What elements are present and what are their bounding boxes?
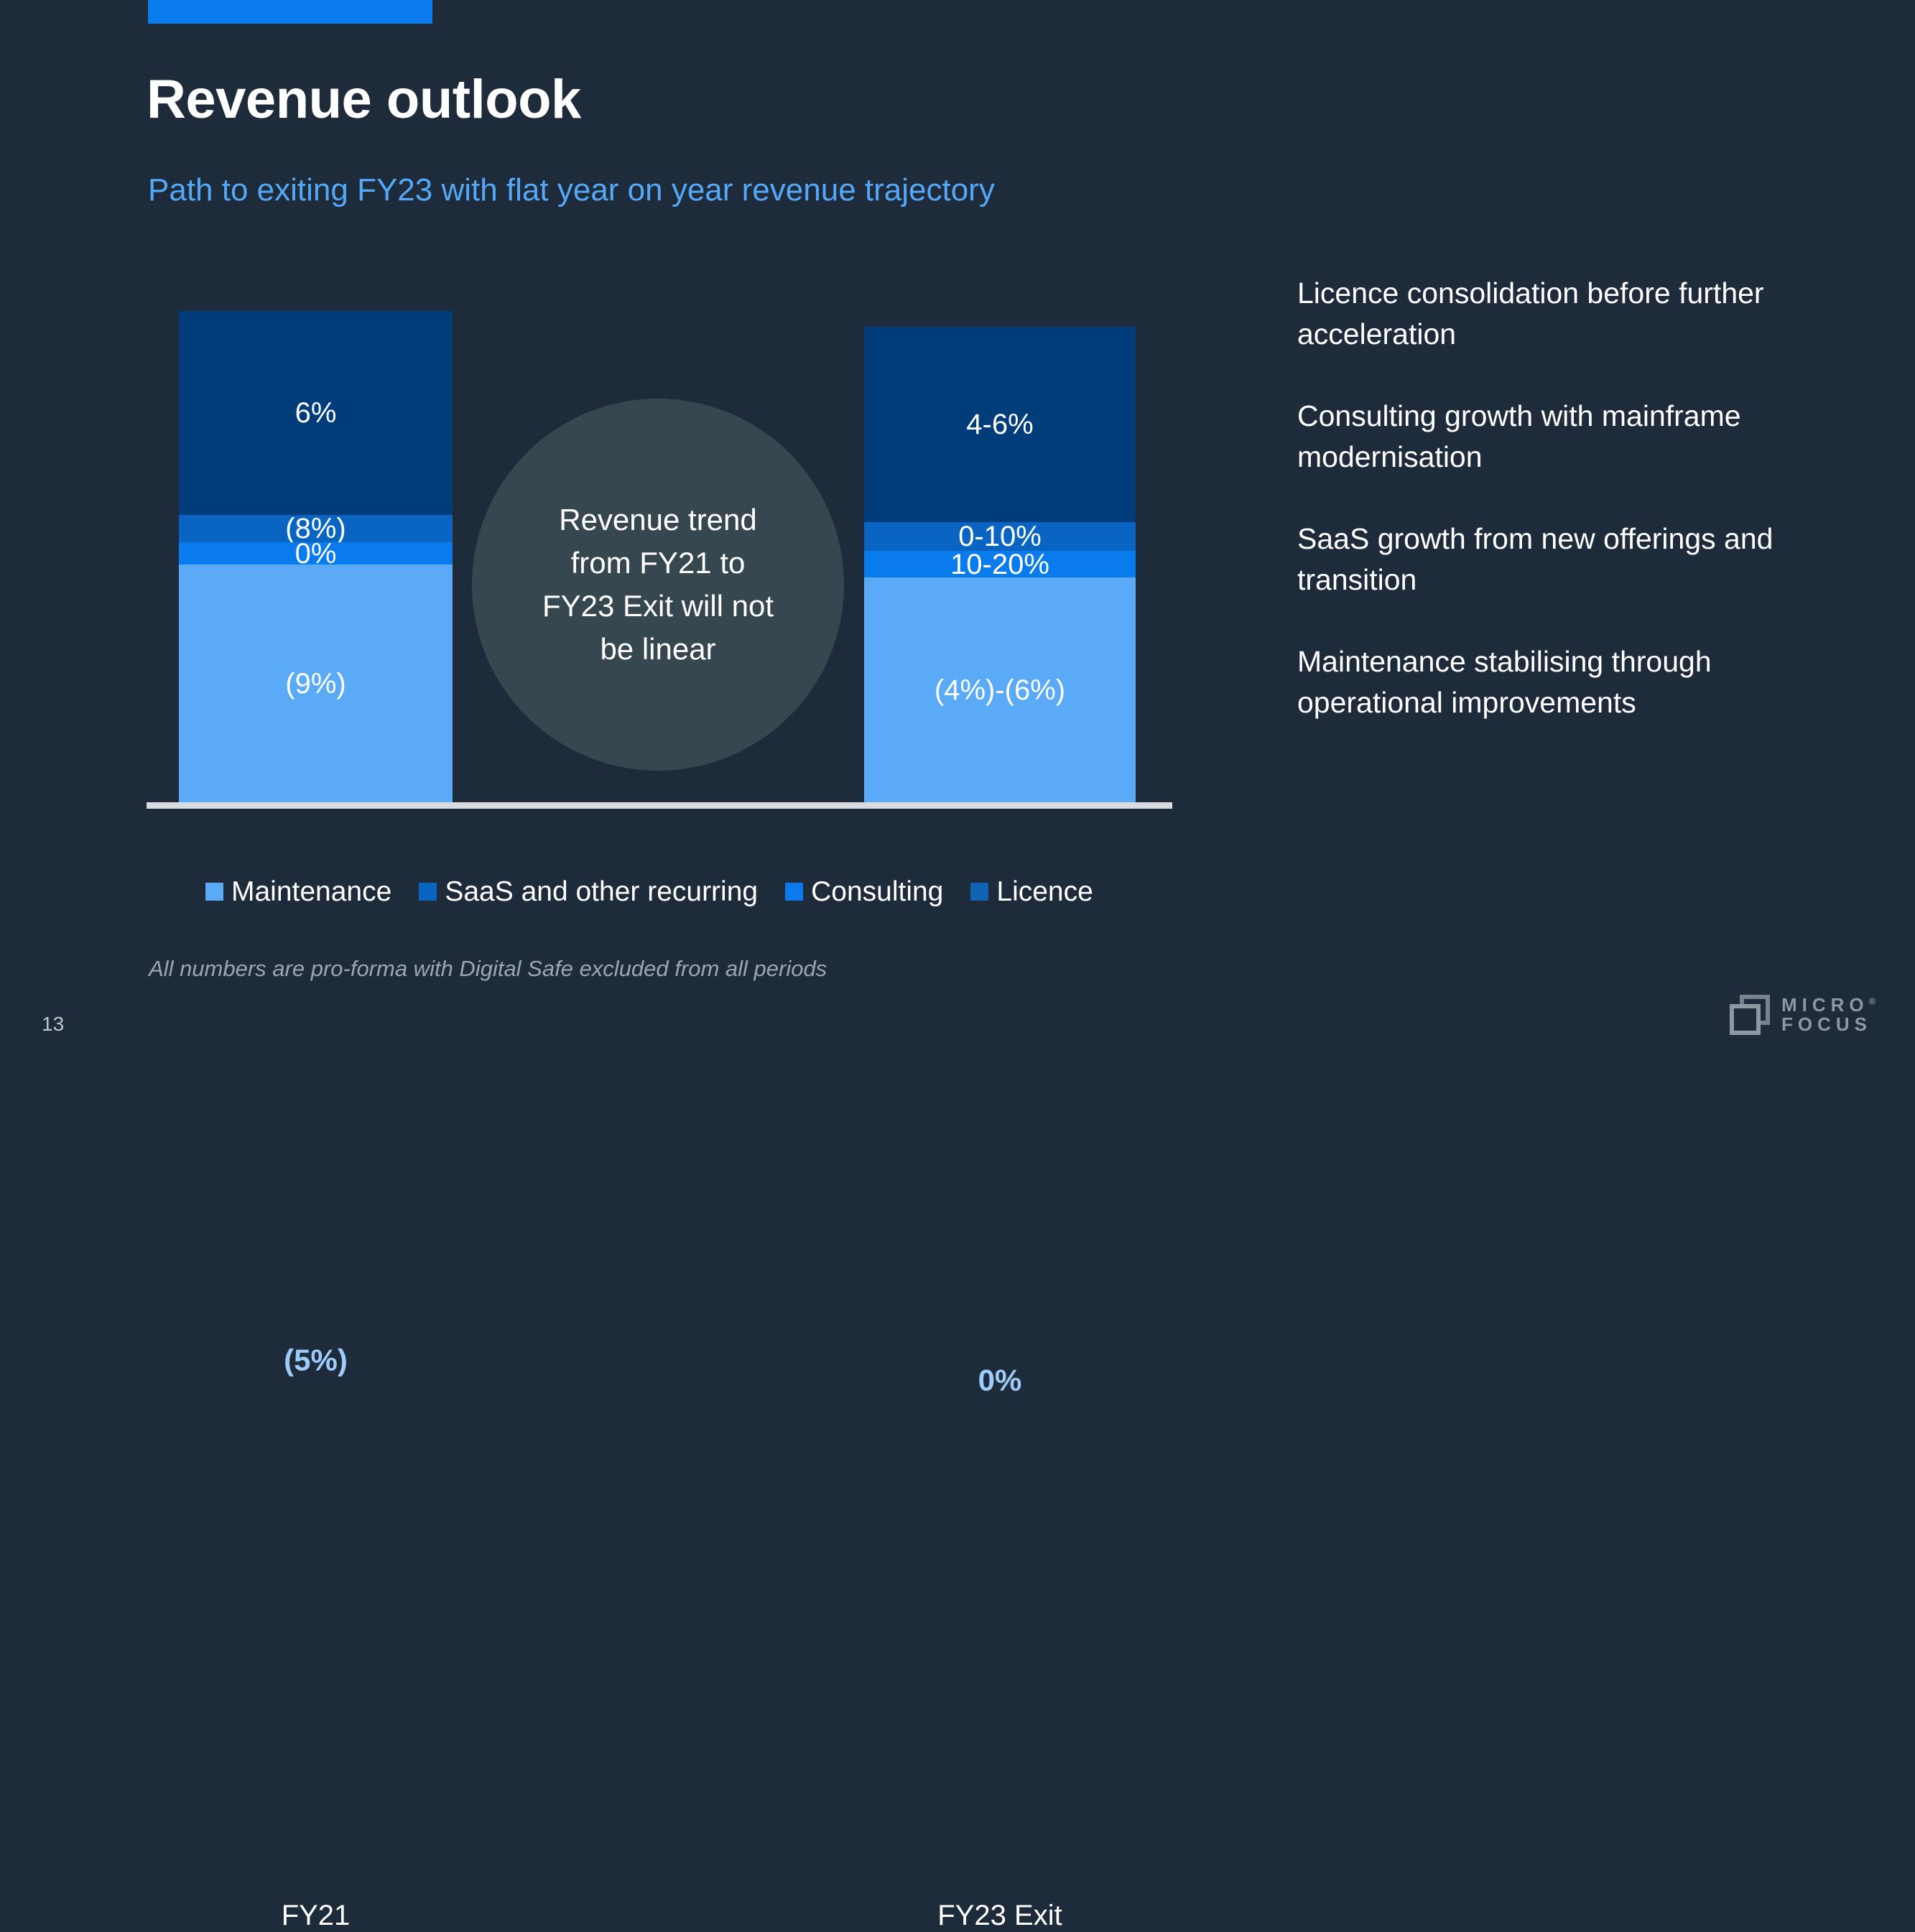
bar-segment-consulting-fy23-exit[interactable]: 0-10% [864,522,1136,551]
bar-segment-saas-fy21[interactable]: 0% [179,537,453,570]
bar-fy21[interactable]: 6% (8%) 0% (9%) [179,311,453,802]
legend-item-consulting[interactable]: Consulting [785,878,943,906]
circle-callout-text: Revenue trend from FY21 to FY23 Exit wil… [542,502,774,667]
micro-focus-logo: MICRO® FOCUS [1730,995,1875,1035]
commentary-item-licence: Licence consolidation before further acc… [1297,277,1764,350]
micro-focus-wordmark: MICRO® FOCUS [1781,995,1875,1034]
x-axis-label-fy21: FY21 [281,1900,351,1931]
stacked-bar-chart: (5%) 6% (8%) 0% (9%) FY21 0% 4-6% 0-10% [0,0,1221,1931]
legend-item-saas-and-other-recurring[interactable]: SaaS and other recurring [419,878,758,906]
bar-segment-label: 0% [295,537,337,570]
bar-segment-label: 6% [295,397,337,429]
legend-swatch-icon [785,883,804,901]
bar-segment-licence-fy21[interactable]: 6% [179,311,453,515]
legend-swatch-icon [419,883,437,901]
legend-label: Consulting [811,876,944,907]
legend-item-licence[interactable]: Licence [970,878,1093,906]
commentary-list: Licence consolidation before further acc… [1297,273,1814,765]
legend-swatch-icon [970,883,989,901]
chart-x-axis-line [147,802,1172,809]
registered-trademark-icon: ® [1868,995,1876,1007]
bar-segment-label: 0-10% [958,521,1042,552]
legend-label: SaaS and other recurring [445,876,759,907]
x-axis-label-fy23-exit: FY23 Exit [937,1900,1062,1931]
chart-legend: Maintenance SaaS and other recurring Con… [205,878,1121,906]
legend-label: Maintenance [231,876,392,907]
commentary-item-saas: SaaS growth from new offerings and trans… [1297,522,1773,596]
bar-total-label-fy21: (5%) [284,1343,348,1377]
legend-label: Licence [996,876,1093,907]
bar-segment-label: 10-20% [950,548,1049,580]
bar-segment-licence-fy23-exit[interactable]: 4-6% [864,327,1136,522]
bar-segment-label: (4%)-(6%) [934,674,1066,706]
legend-item-maintenance[interactable]: Maintenance [205,878,391,906]
logo-line-focus: FOCUS [1781,1013,1872,1035]
micro-focus-squares-icon [1730,995,1770,1035]
footnote: All numbers are pro-forma with Digital S… [149,956,827,981]
bar-segment-saas-fy23-exit[interactable]: 10-20% [864,548,1136,580]
bar-segment-maintenance-fy21[interactable]: (9%) [179,565,453,802]
bar-segment-maintenance-fy23-exit[interactable]: (4%)-(6%) [864,577,1136,802]
bar-segment-label: (9%) [285,667,346,700]
bar-total-label-fy23-exit: 0% [978,1363,1022,1397]
bar-fy23-exit[interactable]: 4-6% 0-10% 10-20% (4%)-(6%) [864,327,1136,802]
legend-swatch-icon [205,883,223,901]
bar-segment-label: 4-6% [966,409,1034,440]
commentary-item-maintenance: Maintenance stabilising through operatio… [1297,645,1712,720]
commentary-item-consulting: Consulting growth with mainframe moderni… [1297,399,1741,473]
circle-callout: Revenue trend from FY21 to FY23 Exit wil… [472,399,844,771]
logo-line-micro: MICRO® [1781,994,1876,1016]
page-number: 13 [42,1013,65,1035]
